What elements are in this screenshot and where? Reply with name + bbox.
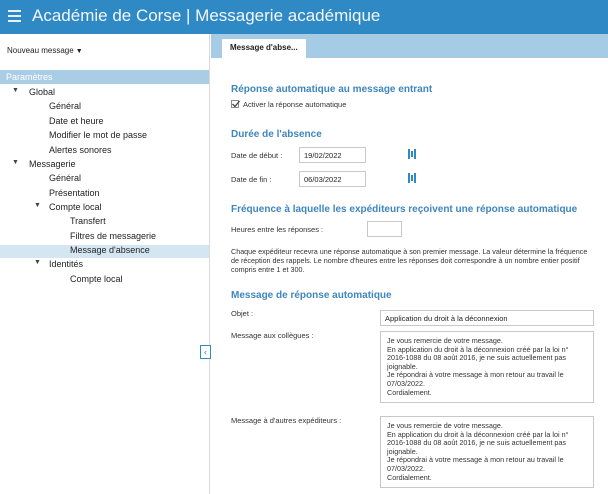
other-senders-message-textarea[interactable]: Je vous remercie de votre message. En ap… <box>380 416 594 488</box>
hours-between-replies-label: Heures entre les réponses : <box>231 225 324 234</box>
message-line: Cordialement. <box>387 472 432 482</box>
tree-item-identities-local-account[interactable]: Compte local <box>70 274 123 287</box>
subject-label: Objet : <box>231 309 254 318</box>
collapse-panel-button[interactable]: ‹ <box>200 345 211 359</box>
message-line: Cordialement. <box>387 387 432 397</box>
new-message-label: Nouveau message <box>7 46 74 55</box>
enable-auto-reply-label: Activer la réponse automatique <box>243 100 347 109</box>
hours-between-replies-input[interactable] <box>367 221 402 237</box>
enable-auto-reply-checkbox[interactable] <box>231 100 241 108</box>
frequency-description-line: compris entre 1 et 300. <box>231 265 305 274</box>
tree-expand-icon[interactable]: ▼ <box>34 202 41 209</box>
subject-input[interactable]: Application du droit à la déconnexion <box>380 310 594 326</box>
tree-expand-icon[interactable]: ▼ <box>12 159 19 166</box>
hamburger-menu-icon[interactable] <box>8 10 21 22</box>
checkmark-icon <box>232 100 241 108</box>
tree-item-change-password[interactable]: Modifier le mot de passe <box>49 130 147 143</box>
calendar-icon[interactable] <box>407 148 418 160</box>
auto-reply-title: Réponse automatique au message entrant <box>231 84 433 95</box>
other-senders-message-label: Message à d'autres expéditeurs : <box>231 416 342 425</box>
tree-item-sound-alerts[interactable]: Alertes sonores <box>49 145 112 158</box>
auto-reply-message-title: Message de réponse automatique <box>231 290 392 301</box>
tab-bar: Message d'abse... <box>211 34 608 58</box>
left-panel: Nouveau message ▼ Paramètres ▼ Global Gén… <box>0 34 211 494</box>
tree-item-local-account[interactable]: Compte local <box>49 202 102 215</box>
frequency-description-line: de réception des rappels. Le nombre d'he… <box>231 256 580 265</box>
start-date-label: Date de début : <box>231 151 283 160</box>
colleagues-message-label: Message aux collègues : <box>231 331 314 340</box>
end-date-input[interactable]: 06/03/2022 <box>299 171 366 187</box>
frequency-title: Fréquence à laquelle les expéditeurs reç… <box>231 204 578 215</box>
new-message-button[interactable]: Nouveau message ▼ <box>7 46 83 55</box>
absence-duration-title: Durée de l'absence <box>231 129 322 140</box>
tree-item-presentation[interactable]: Présentation <box>49 188 100 201</box>
tree-item-messaging-general[interactable]: Général <box>49 173 81 186</box>
tree-item-global[interactable]: Global <box>29 87 55 100</box>
tree-item-mail-filters[interactable]: Filtres de messagerie <box>70 231 156 244</box>
tree-item-absence-message[interactable]: Message d'absence <box>0 245 209 258</box>
tree-expand-icon[interactable]: ▼ <box>34 259 41 266</box>
settings-header: Paramètres <box>0 70 209 84</box>
tree-item-identities[interactable]: Identités <box>49 259 83 272</box>
tree-item-date-time[interactable]: Date et heure <box>49 116 104 129</box>
settings-content: Message d'abse... Réponse automatique au… <box>211 34 608 494</box>
calendar-icon[interactable] <box>407 172 418 184</box>
tab-absence-message[interactable]: Message d'abse... <box>222 39 306 58</box>
frequency-description-line: Chaque expéditeur recevra une réponse au… <box>231 247 588 256</box>
start-date-input[interactable]: 19/02/2022 <box>299 147 366 163</box>
tree-item-messaging[interactable]: Messagerie <box>29 159 76 172</box>
caret-down-icon: ▼ <box>75 48 83 55</box>
end-date-label: Date de fin : <box>231 175 272 184</box>
app-title: Académie de Corse | Messagerie académiqu… <box>32 6 381 25</box>
tree-expand-icon[interactable]: ▼ <box>12 87 19 94</box>
app-header: Académie de Corse | Messagerie académiqu… <box>0 0 608 34</box>
tree-item-global-general[interactable]: Général <box>49 101 81 114</box>
tree-item-forwarding[interactable]: Transfert <box>70 216 106 229</box>
colleagues-message-textarea[interactable]: Je vous remercie de votre message. En ap… <box>380 331 594 403</box>
